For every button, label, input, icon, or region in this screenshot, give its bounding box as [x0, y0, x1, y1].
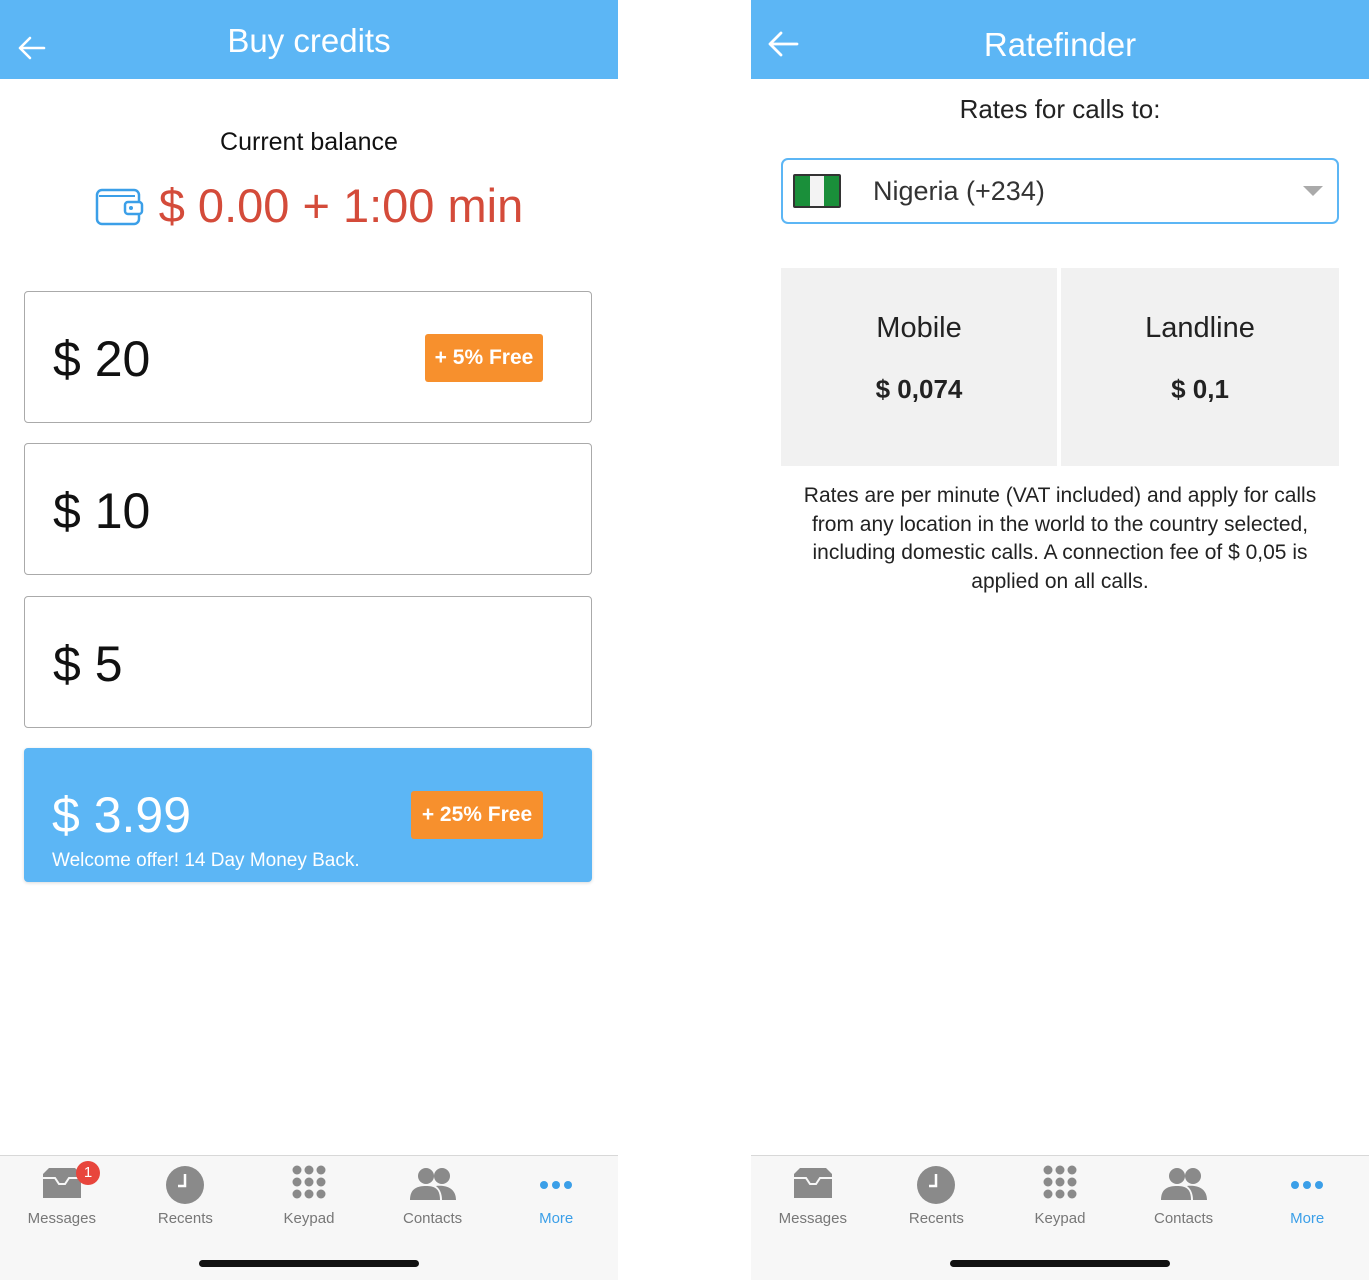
tab-label: Messages	[27, 1210, 96, 1227]
home-indicator	[199, 1260, 419, 1267]
header: Buy credits	[0, 0, 618, 79]
tab-contacts[interactable]: Contacts	[1122, 1156, 1246, 1246]
country-select[interactable]: Nigeria (+234)	[781, 158, 1339, 224]
credit-amount: $ 10	[53, 483, 151, 539]
credit-amount: $ 5	[53, 636, 123, 692]
tab-label: Keypad	[1034, 1210, 1086, 1227]
clock-icon	[917, 1166, 956, 1204]
more-dots-icon	[540, 1181, 573, 1189]
tab-keypad[interactable]: Keypad	[247, 1156, 371, 1246]
rate-price: $ 0,074	[875, 374, 963, 404]
balance-value: $ 0.00 + 1:00 min	[158, 179, 524, 232]
country-name: Nigeria (+234)	[873, 176, 1045, 206]
credit-option-20[interactable]: $ 20 + 5% Free	[24, 291, 592, 423]
rate-type: Mobile	[876, 312, 962, 344]
header: Ratefinder	[751, 0, 1369, 79]
tab-label: More	[1290, 1210, 1325, 1227]
credit-option-5[interactable]: $ 5	[24, 596, 592, 728]
tab-label: Recents	[157, 1210, 213, 1227]
tab-recents[interactable]: Recents	[124, 1156, 248, 1246]
nigeria-flag-icon	[793, 174, 841, 208]
tab-more[interactable]: More	[1245, 1156, 1369, 1246]
buy-credits-screen: Buy credits Current balance $ 0.00 + 1:0…	[0, 0, 618, 1280]
offer-subtitle: Welcome offer! 14 Day Money Back.	[52, 850, 360, 871]
keypad-icon	[1043, 1165, 1077, 1199]
tab-label: Keypad	[283, 1210, 335, 1227]
contacts-icon	[1160, 1168, 1207, 1200]
credit-option-10[interactable]: $ 10	[24, 443, 592, 575]
rates-label: Rates for calls to:	[959, 94, 1161, 124]
balance-row: $ 0.00 + 1:00 min	[0, 178, 618, 233]
balance-label: Current balance	[220, 128, 398, 156]
tab-label: Contacts	[402, 1210, 463, 1227]
tab-more[interactable]: More	[494, 1156, 618, 1246]
rate-price: $ 0,1	[1171, 374, 1229, 404]
bonus-badge: + 25% Free	[411, 791, 543, 839]
rate-cell-mobile: Mobile $ 0,074	[781, 268, 1057, 466]
chevron-down-icon	[1303, 186, 1323, 196]
tab-label: Contacts	[1153, 1210, 1214, 1227]
tab-label: Messages	[778, 1210, 847, 1227]
ratefinder-screen: Ratefinder Rates for calls to: Nigeria (…	[751, 0, 1369, 1280]
tab-messages[interactable]: Messages	[751, 1156, 875, 1246]
clock-icon	[166, 1166, 205, 1204]
inbox-icon	[793, 1168, 832, 1198]
home-indicator	[950, 1260, 1170, 1267]
tab-recents[interactable]: Recents	[875, 1156, 999, 1246]
wallet-icon	[95, 188, 143, 225]
more-dots-icon	[1291, 1181, 1324, 1189]
credit-option-welcome-offer[interactable]: $ 3.99 + 25% Free Welcome offer! 14 Day …	[24, 748, 592, 882]
tab-keypad[interactable]: Keypad	[998, 1156, 1122, 1246]
tab-label: More	[539, 1210, 574, 1227]
credit-amount: $ 20	[53, 331, 151, 387]
tab-label: Recents	[908, 1210, 964, 1227]
rate-type: Landline	[1145, 312, 1255, 344]
notification-badge: 1	[76, 1161, 100, 1185]
credit-amount: $ 3.99	[52, 787, 192, 843]
page-title: Buy credits	[227, 22, 391, 59]
page-title: Ratefinder	[983, 26, 1137, 63]
rates-note: Rates are per minute (VAT included) and …	[803, 484, 1317, 593]
rate-cell-landline: Landline $ 0,1	[1061, 268, 1339, 466]
tab-messages[interactable]: 1 Messages	[0, 1156, 124, 1246]
contacts-icon	[409, 1168, 456, 1200]
tab-contacts[interactable]: Contacts	[371, 1156, 495, 1246]
bonus-badge: + 5% Free	[425, 334, 543, 382]
keypad-icon	[292, 1165, 326, 1199]
